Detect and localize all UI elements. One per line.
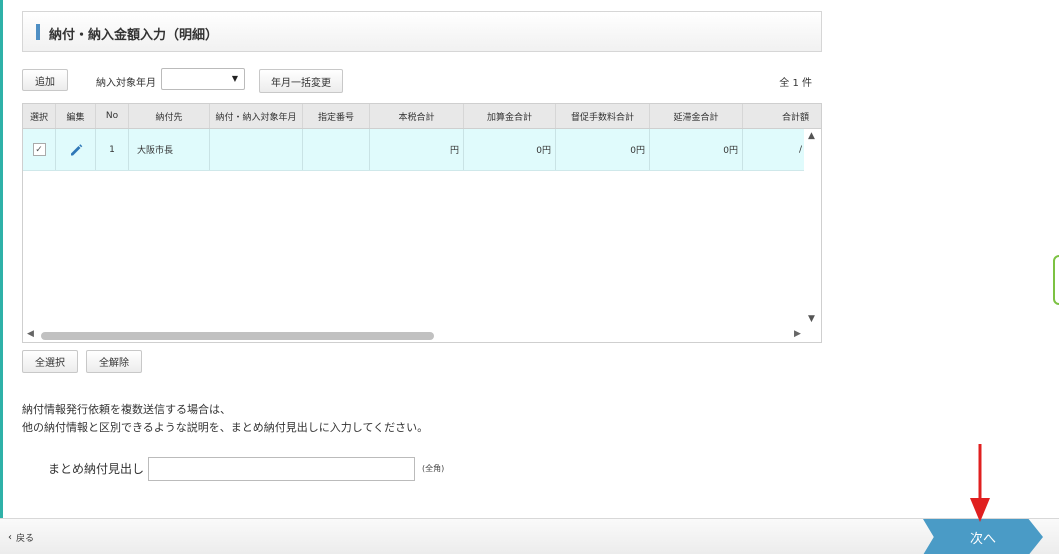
column-header: 合計額 xyxy=(781,112,809,123)
section-header: 納付・納入金額入力（明細） xyxy=(22,11,822,52)
row-dunning-fee-total: 0円 xyxy=(556,129,650,170)
row-grand-total: / xyxy=(798,144,802,155)
footer-bar: ‹ 戻る 次へ xyxy=(0,518,1059,554)
row-designation-no xyxy=(303,129,370,170)
deselect-all-button[interactable]: 全解除 xyxy=(86,350,142,373)
column-header: 加算金合計 xyxy=(464,104,556,128)
scroll-up-icon[interactable]: ▲ xyxy=(808,131,815,141)
column-header: 延滞金合計 xyxy=(650,104,743,128)
period-label: 納入対象年月 xyxy=(96,78,156,89)
back-label: 戻る xyxy=(16,534,35,544)
left-edge-strip xyxy=(0,0,3,554)
bulk-change-button[interactable]: 年月一括変更 xyxy=(259,69,343,93)
row-delinquency-total: 0円 xyxy=(650,129,743,170)
period-select[interactable]: ▼ xyxy=(161,68,245,90)
column-header: 選択 xyxy=(23,104,56,128)
add-button[interactable]: 追加 xyxy=(22,69,68,91)
dropdown-arrow-icon: ▼ xyxy=(231,74,238,83)
summary-heading-input[interactable] xyxy=(148,457,415,481)
row-edit-cell xyxy=(56,129,96,170)
back-link[interactable]: ‹ 戻る xyxy=(8,531,34,544)
row-principal-total: 円 xyxy=(370,129,464,170)
row-payee: 大阪市長 xyxy=(129,129,210,170)
row-target-period xyxy=(210,129,303,170)
total-count: 全 1 件 xyxy=(779,78,812,89)
annotation-arrow-icon xyxy=(970,444,990,522)
detail-grid: 選択 編集 No 納付先 納付・納入対象年月 指定番号 本税合計 加算金合計 督… xyxy=(22,103,822,343)
column-header: No xyxy=(96,104,129,128)
row-additional-total: 0円 xyxy=(464,129,556,170)
horizontal-scrollbar[interactable]: ◀ ▶ xyxy=(23,327,821,342)
description-line-1: 納付情報発行依頼を複数送信する場合は、 xyxy=(22,403,231,416)
section-title: 納付・納入金額入力（明細） xyxy=(49,28,219,43)
scroll-down-icon[interactable]: ▼ xyxy=(808,314,815,324)
row-select-cell: ✓ xyxy=(23,129,56,170)
column-header: 納付・納入対象年月 xyxy=(210,104,303,128)
column-header: 指定番号 xyxy=(303,104,370,128)
column-header: 本税合計 xyxy=(370,104,464,128)
column-header: 編集 xyxy=(56,104,96,128)
vertical-scrollbar[interactable]: ▲ ▼ xyxy=(804,129,821,342)
next-button[interactable]: 次へ xyxy=(923,519,1043,554)
row-checkbox[interactable]: ✓ xyxy=(32,143,46,156)
select-all-button[interactable]: 全選択 xyxy=(22,350,78,373)
column-header: 督促手数料合計 xyxy=(556,104,650,128)
full-width-hint: (全角) xyxy=(422,464,445,473)
side-widget-tab[interactable] xyxy=(1053,255,1059,305)
column-header: 納付先 xyxy=(129,104,210,128)
scroll-right-icon[interactable]: ▶ xyxy=(794,329,801,339)
grid-header: 選択 編集 No 納付先 納付・納入対象年月 指定番号 本税合計 加算金合計 督… xyxy=(23,104,821,129)
table-row[interactable]: ✓ 1 大阪市長 円 0円 0円 0円 / xyxy=(23,129,806,171)
description-line-2: 他の納付情報と区別できるような説明を、まとめ納付見出しに入力してください。 xyxy=(22,421,429,434)
horizontal-scroll-thumb[interactable] xyxy=(41,332,434,340)
section-accent-bar xyxy=(36,24,40,40)
row-no: 1 xyxy=(96,129,129,170)
scroll-left-icon[interactable]: ◀ xyxy=(27,329,34,339)
chevron-left-icon: ‹ xyxy=(8,532,12,543)
summary-heading-label: まとめ納付見出し xyxy=(48,462,145,476)
pencil-icon[interactable] xyxy=(69,143,83,157)
